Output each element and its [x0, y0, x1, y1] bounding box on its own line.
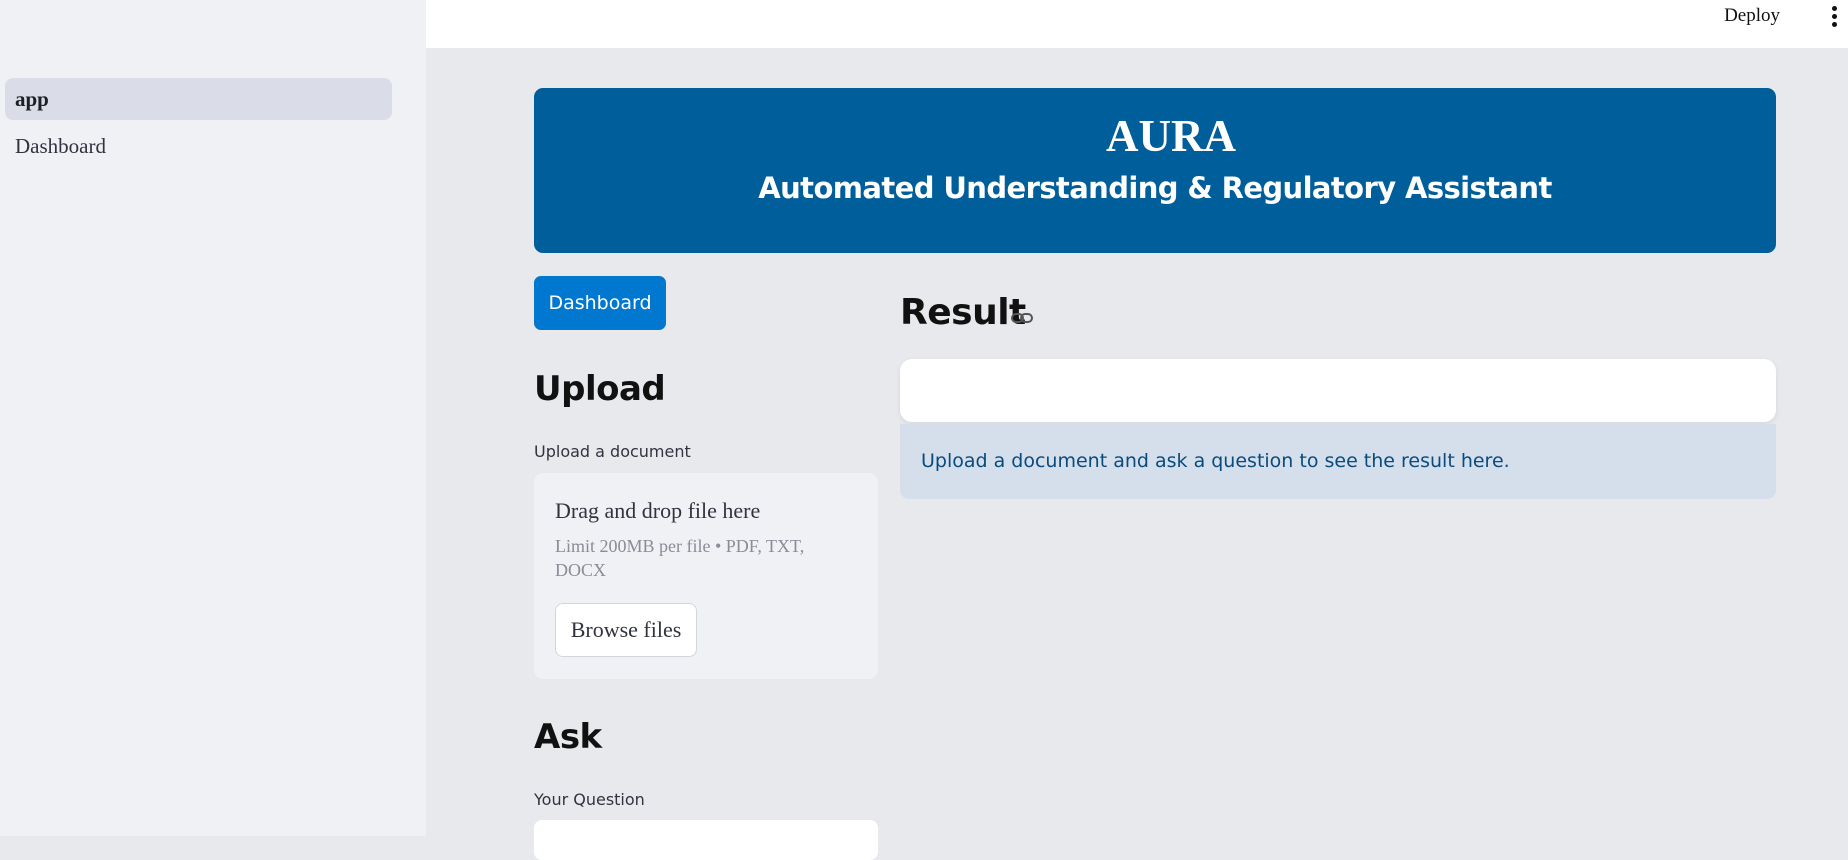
result-output-box [900, 359, 1776, 422]
question-input[interactable] [534, 820, 878, 860]
result-heading: Result [900, 292, 1026, 333]
upload-field-label: Upload a document [534, 442, 691, 461]
sidebar: app Dashboard [0, 0, 426, 836]
dropzone-limit-text: Limit 200MB per file • PDF, TXT, DOCX [555, 536, 805, 580]
info-alert-text: Upload a document and ask a question to … [921, 450, 1510, 472]
link-icon[interactable] [1010, 308, 1034, 328]
banner-title: AURA [1106, 111, 1236, 161]
sidebar-item-app[interactable]: app [5, 78, 392, 120]
question-field-label: Your Question [534, 790, 645, 809]
dashboard-button[interactable]: Dashboard [534, 276, 666, 330]
deploy-button[interactable]: Deploy [1724, 4, 1780, 28]
dropzone-title: Drag and drop file here [555, 498, 761, 523]
app-banner: AURA Automated Understanding & Regulator… [534, 88, 1776, 253]
banner-subtitle: Automated Understanding & Regulatory Ass… [758, 171, 1552, 205]
browse-files-button[interactable]: Browse files [555, 603, 697, 657]
top-header: Deploy [426, 0, 1848, 48]
sidebar-item-dashboard[interactable]: Dashboard [5, 125, 392, 167]
sidebar-item-label: Dashboard [15, 133, 106, 158]
info-alert: Upload a document and ask a question to … [900, 424, 1776, 499]
ask-heading: Ask [534, 717, 602, 757]
sidebar-item-label: app [15, 86, 49, 111]
file-dropzone[interactable]: Drag and drop file here Limit 200MB per … [534, 473, 878, 679]
upload-heading: Upload [534, 369, 666, 409]
vertical-dots-icon[interactable] [1824, 2, 1844, 30]
